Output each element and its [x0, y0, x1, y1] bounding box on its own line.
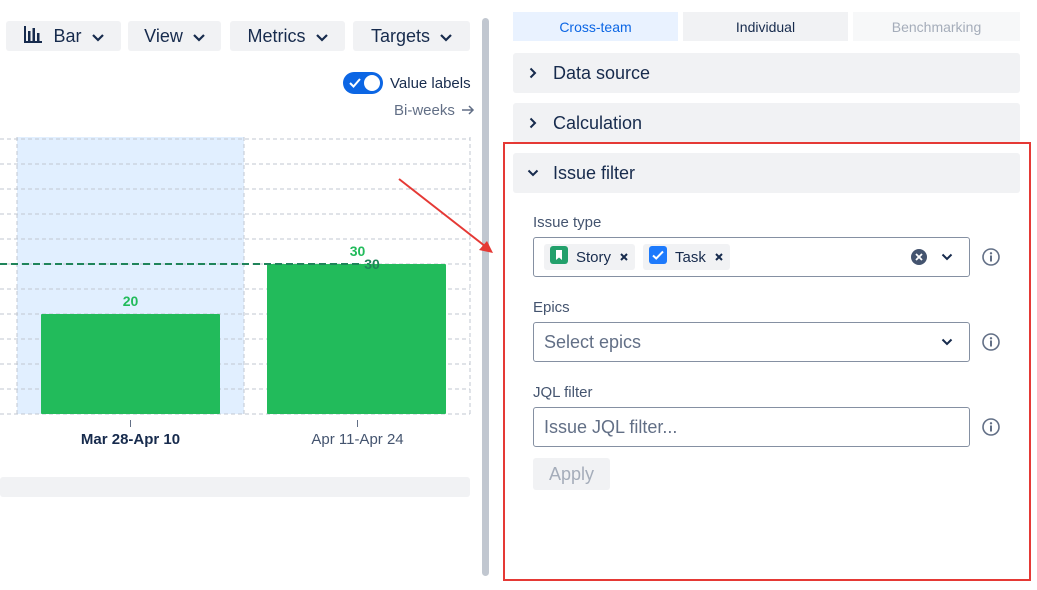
view-dropdown[interactable]: View — [128, 21, 221, 51]
issue-type-chip-label: Story — [576, 248, 612, 266]
targets-dropdown[interactable]: Targets — [353, 21, 470, 51]
chevron-down-icon — [440, 26, 452, 47]
x-tick-label: Mar 28-Apr 10 — [81, 431, 180, 448]
annotation-arrow — [398, 178, 493, 253]
chevron-down-icon[interactable] — [941, 253, 953, 261]
chevron-right-icon — [513, 117, 553, 129]
info-icon[interactable] — [981, 247, 1001, 267]
segment-individual[interactable]: Individual — [683, 12, 848, 41]
value-labels-toggle[interactable] — [343, 72, 383, 94]
issue-type-label: Issue type — [533, 214, 602, 231]
apply-button[interactable]: Apply — [533, 458, 610, 490]
panel-splitter[interactable] — [482, 18, 489, 576]
chevron-down-icon — [193, 26, 205, 47]
jql-input[interactable]: Issue JQL filter... — [533, 407, 970, 447]
metrics-label: Metrics — [247, 25, 306, 46]
chevron-down-icon[interactable] — [941, 338, 953, 346]
segment-benchmarking[interactable]: Benchmarking — [853, 12, 1020, 41]
epics-select[interactable]: Select epics — [533, 322, 970, 362]
data-label: 30 — [350, 243, 366, 259]
chart-scrollbar[interactable] — [0, 477, 470, 497]
bar-chart-icon — [23, 25, 43, 48]
targets-label: Targets — [370, 25, 431, 46]
chart-type-label: Bar — [53, 25, 82, 46]
section-issue-filter[interactable]: Issue filter — [513, 153, 1020, 193]
remove-icon[interactable] — [714, 249, 724, 266]
chevron-down-icon — [513, 169, 553, 177]
jql-label: JQL filter — [533, 384, 593, 401]
target-label: 30 — [364, 256, 380, 272]
x-tick-label: Apr 11-Apr 24 — [311, 431, 403, 448]
story-icon — [550, 246, 568, 268]
chevron-down-icon — [315, 26, 328, 47]
remove-icon[interactable] — [619, 249, 629, 266]
data-label: 20 — [123, 293, 139, 309]
section-data-source-label: Data source — [553, 62, 651, 83]
epics-label: Epics — [533, 299, 570, 316]
value-labels-label: Value labels — [390, 75, 471, 92]
info-icon[interactable] — [981, 332, 1001, 352]
bar — [41, 314, 220, 414]
info-icon[interactable] — [981, 417, 1001, 437]
issue-type-chip-task: Task — [643, 244, 730, 270]
bar — [267, 264, 446, 414]
section-data-source[interactable]: Data source — [513, 53, 1020, 93]
metrics-dropdown[interactable]: Metrics — [230, 21, 345, 51]
jql-placeholder: Issue JQL filter... — [544, 416, 678, 437]
epics-placeholder: Select epics — [544, 331, 642, 352]
issue-type-chip-story: Story — [544, 244, 636, 270]
task-icon — [649, 246, 668, 268]
clear-icon[interactable] — [911, 249, 927, 265]
chevron-down-icon — [91, 26, 104, 47]
view-label: View — [144, 25, 183, 46]
section-issue-filter-label: Issue filter — [553, 162, 636, 183]
section-calculation[interactable]: Calculation — [513, 103, 1020, 143]
issue-type-select[interactable]: Story Task — [533, 237, 970, 277]
chart-type-dropdown[interactable]: Bar — [6, 21, 121, 51]
segment-cross-team[interactable]: Cross-team — [513, 12, 678, 41]
issue-type-chip-label: Task — [675, 248, 706, 266]
period-label: Bi-weeks — [394, 102, 455, 119]
section-calculation-label: Calculation — [553, 112, 643, 133]
chevron-right-icon — [513, 67, 553, 79]
arrow-right-icon — [461, 102, 475, 119]
period-link[interactable]: Bi-weeks — [394, 102, 475, 119]
